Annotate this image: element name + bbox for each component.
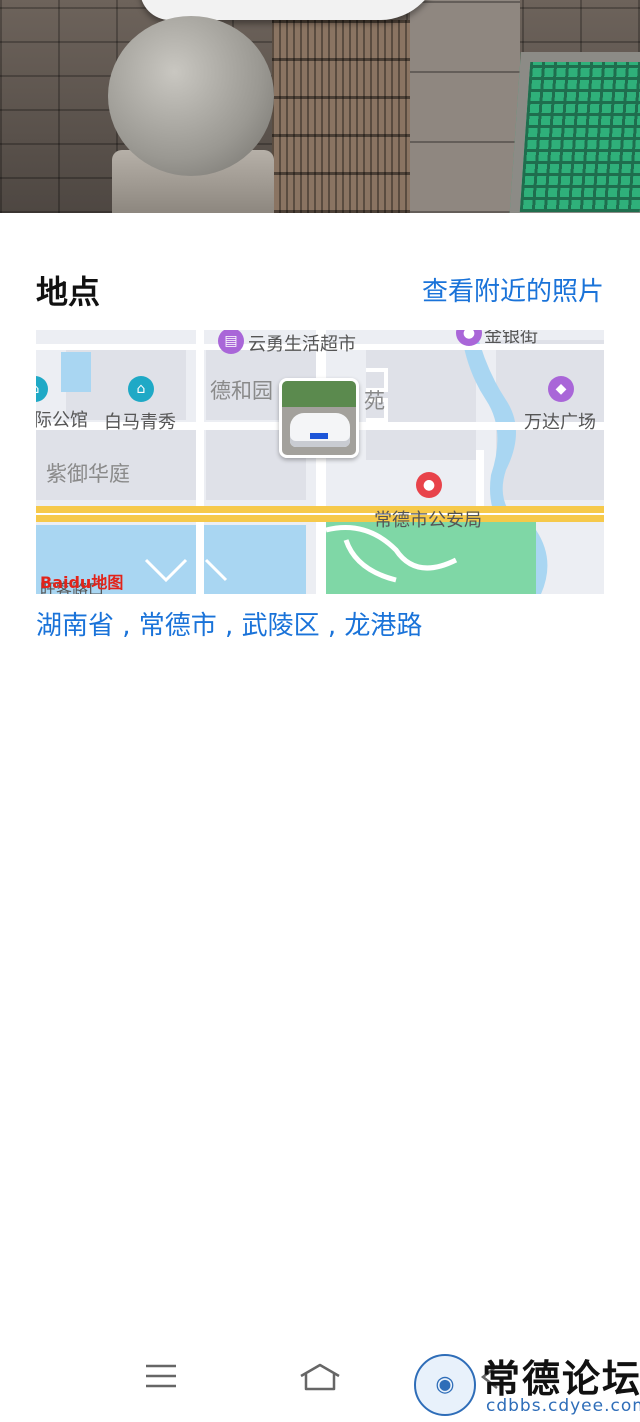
residence-pin-icon: ⌂ (128, 376, 154, 402)
watermark-logo-icon: ◉ (414, 1354, 476, 1416)
baidu-map-logo: Baidu地图 (36, 572, 127, 594)
watermark-subtitle: cdbbs.cdyee.com (486, 1396, 640, 1416)
photo-stone-ball (108, 16, 274, 176)
address-link[interactable]: 湖南省 , 常德市 , 武陵区 , 龙港路 (36, 606, 422, 646)
police-pin-icon: ● (416, 472, 442, 498)
map-label-wanda: 万达广场 (524, 412, 596, 433)
location-photo[interactable] (0, 0, 640, 213)
watermark-title: 常德论坛 (482, 1356, 640, 1401)
menu-button[interactable] (131, 1362, 191, 1408)
home-icon (300, 1363, 340, 1391)
photo-tactile-tiles (272, 20, 422, 213)
photo-green-grate (509, 52, 640, 213)
marker-plate (310, 433, 328, 439)
baidu-logo-text: Baidu地图 (40, 573, 124, 592)
photo-location-marker[interactable] (279, 378, 359, 458)
map-label-yunyong: 云勇生活超市 (248, 334, 356, 355)
map-label-jinyin: 金银街 (484, 330, 538, 347)
map-label-baima: 白马青秀 (104, 412, 176, 433)
map-label-gongguan: 际公馆 (36, 410, 88, 431)
view-nearby-photos-link[interactable]: 查看附近的照片 (422, 272, 604, 312)
section-title: 地点 (36, 273, 101, 311)
menu-icon (146, 1364, 176, 1388)
marker-car-thumbnail (290, 413, 350, 447)
mall-pin-icon: ◆ (548, 376, 574, 402)
photo-slab (410, 0, 520, 213)
watermark: ◉ 常德论坛 cdbbs.cdyee.com (412, 1348, 640, 1422)
map-label-police: 常德市公安局 (374, 510, 482, 531)
map-label-yuan: 苑 (364, 389, 385, 413)
location-map[interactable]: ▤ 云勇生活超市 ● 金银街 德和园 苑 ⌂ 白马青秀 ⌂ 际公馆 ◆ 万达广场… (36, 330, 604, 594)
map-label-ziyu: 紫御华庭 (46, 462, 130, 486)
home-button[interactable] (290, 1362, 350, 1408)
map-label-dehe: 德和园 (210, 379, 273, 403)
